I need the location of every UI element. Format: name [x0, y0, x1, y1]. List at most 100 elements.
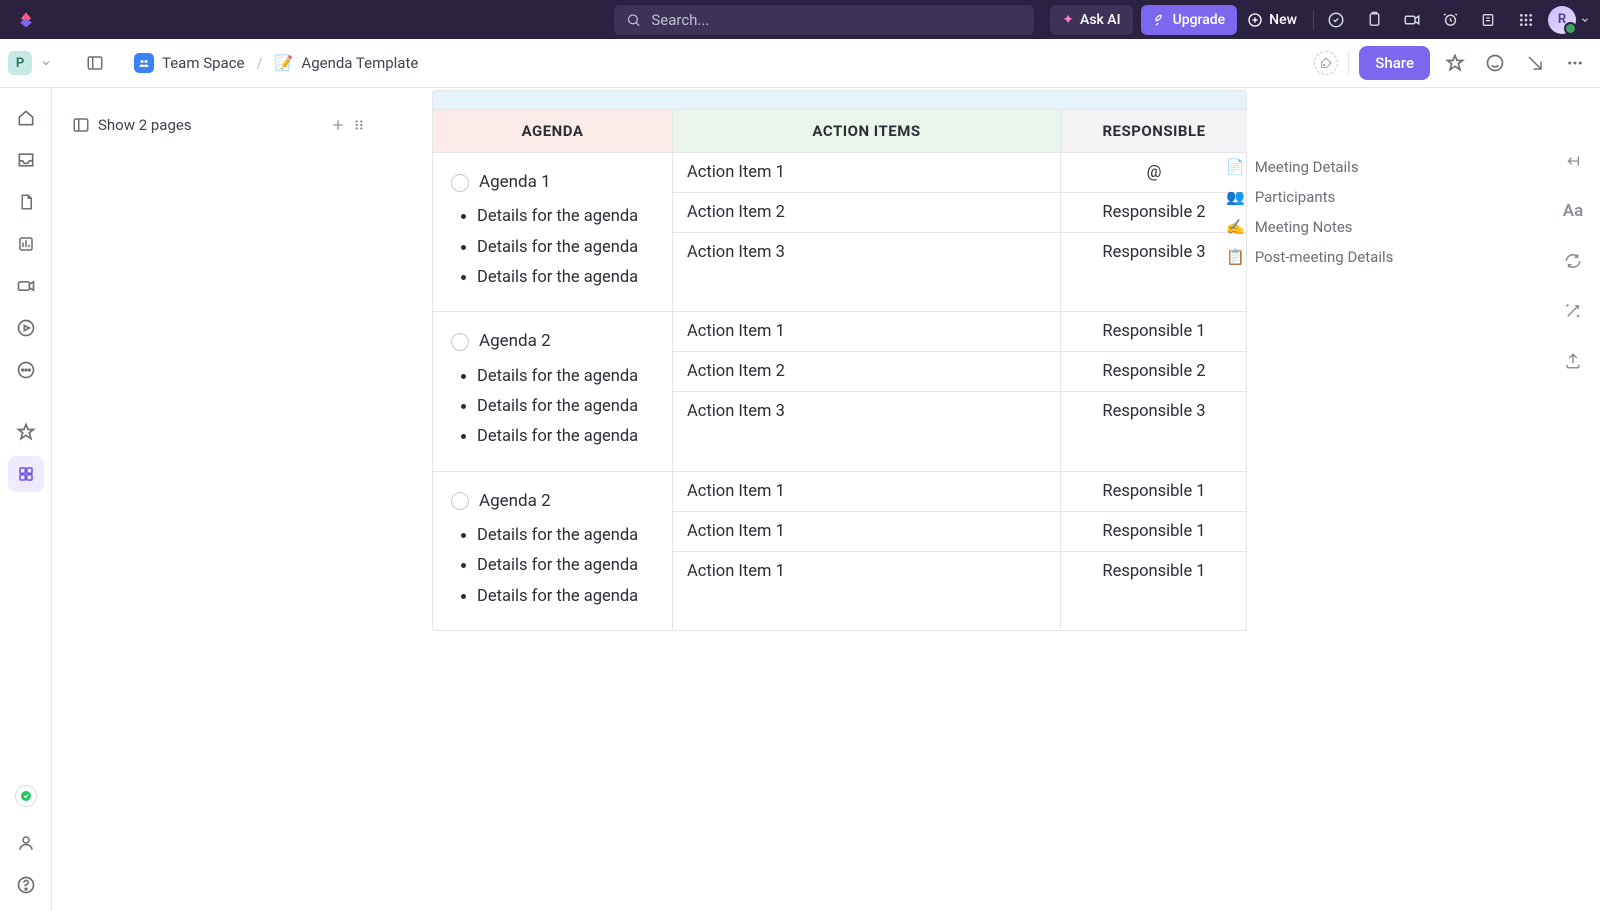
invite-icon[interactable] [8, 825, 44, 861]
radio-icon[interactable] [451, 492, 469, 510]
agenda-cell[interactable]: Agenda 2Details for the agen­daDetails f… [433, 312, 673, 470]
check-circle-icon[interactable] [1320, 11, 1352, 29]
docs-icon[interactable] [8, 184, 44, 220]
download-button[interactable] [1520, 48, 1550, 78]
inbox-icon[interactable] [8, 142, 44, 178]
responsible-item[interactable]: Responsible 2 [1061, 352, 1247, 392]
responsible-item[interactable]: Responsible 1 [1061, 552, 1247, 591]
action-item[interactable]: Action Item 1 [673, 552, 1060, 591]
workspace-chip[interactable]: P [8, 51, 32, 75]
magic-icon[interactable] [1560, 298, 1586, 324]
search-input[interactable] [649, 10, 1022, 30]
responsible-item[interactable]: Responsible 3 [1061, 233, 1247, 272]
upgrade-label: Upgrade [1173, 12, 1226, 28]
timesheet-icon[interactable] [8, 310, 44, 346]
space-icon [134, 53, 154, 73]
global-search[interactable] [614, 5, 1034, 35]
page-outline: 📄Meeting Details 👥 Participants ✍️Meeting N… [1226, 152, 1436, 272]
breadcrumb-space[interactable]: Team Space [162, 54, 245, 72]
typography-icon[interactable]: Aa [1560, 198, 1586, 224]
comments-button[interactable] [1480, 48, 1510, 78]
agenda-detail[interactable]: Details for the agen­da [477, 553, 658, 579]
export-icon[interactable] [1560, 348, 1586, 374]
action-item[interactable]: Action Item 2 [673, 193, 1060, 233]
responsible-item[interactable]: Responsible 1 [1061, 312, 1247, 352]
document-canvas[interactable]: Show 2 pages AGENDA ACTION ITEMS RESPONS… [52, 88, 1600, 911]
responsible-item[interactable]: @ [1061, 153, 1247, 193]
table-row: Agenda 2Details for the agen­daDetails f… [433, 471, 1246, 630]
new-button[interactable]: New [1247, 12, 1297, 28]
tag-button[interactable] [1314, 51, 1338, 75]
outline-emoji: ✍️ [1226, 218, 1245, 236]
home-icon[interactable] [8, 100, 44, 136]
plus-icon[interactable] [330, 117, 346, 133]
action-item[interactable]: Action Item 2 [673, 352, 1060, 392]
agenda-detail[interactable]: Details for the agen­da [477, 364, 658, 390]
action-item[interactable]: Action Item 1 [673, 312, 1060, 352]
drag-handle-icon[interactable] [352, 117, 366, 133]
dashboards-icon[interactable] [8, 226, 44, 262]
page-emoji: 📝 [275, 54, 294, 72]
radio-icon[interactable] [451, 174, 469, 192]
action-cell: Action Item 1Action Item 2Action Item 3 [673, 312, 1061, 470]
spaces-rail-icon[interactable] [8, 456, 44, 492]
favorite-button[interactable] [1440, 48, 1470, 78]
responsible-item[interactable]: Responsible 2 [1061, 193, 1247, 233]
responsible-item[interactable]: Responsible 1 [1061, 472, 1247, 512]
show-pages-label: Show 2 pages [98, 116, 192, 134]
responsible-item[interactable]: Responsible 3 [1061, 392, 1247, 431]
responsible-item[interactable]: Responsible 1 [1061, 512, 1247, 552]
agenda-detail[interactable]: Details for the agen­da [477, 204, 658, 230]
agenda-detail[interactable]: Details for the agen­da [477, 424, 658, 450]
outline-item[interactable]: 📄Meeting Details [1226, 152, 1436, 182]
clips-icon[interactable] [8, 268, 44, 304]
collapse-outline-icon[interactable] [1560, 148, 1586, 174]
more-button[interactable] [1560, 48, 1590, 78]
radio-icon[interactable] [451, 333, 469, 351]
agenda-cell[interactable]: Agenda 2Details for the agen­daDetails f… [433, 472, 673, 630]
chevron-down-icon[interactable] [40, 57, 52, 69]
clipboard-icon[interactable] [1358, 11, 1390, 28]
sync-icon[interactable] [1560, 248, 1586, 274]
agenda-detail[interactable]: Details for the agen­da [477, 265, 658, 291]
outline-item[interactable]: ✍️Meeting Notes [1226, 212, 1436, 242]
outline-item[interactable]: 📋Post-meeting Details [1226, 242, 1436, 272]
agenda-detail[interactable]: Details for the agen­da [477, 523, 658, 549]
new-label: New [1269, 12, 1297, 28]
alarm-icon[interactable] [1434, 11, 1466, 28]
action-item[interactable]: Action Item 1 [673, 472, 1060, 512]
agenda-cell[interactable]: Agenda 1Details for the agen­daDetails f… [433, 153, 673, 311]
responsible-cell: Responsible 1Responsible 1Responsible 1 [1061, 472, 1247, 630]
agenda-detail[interactable]: Details for the agen­da [477, 584, 658, 610]
left-rail [0, 88, 52, 911]
show-pages-toggle[interactable]: Show 2 pages [72, 116, 366, 134]
col-header-action: ACTION ITEMS [673, 110, 1061, 152]
sync-status-icon[interactable] [15, 785, 37, 807]
favorites-rail-icon[interactable] [8, 414, 44, 450]
video-icon[interactable] [1396, 11, 1428, 29]
user-menu[interactable]: R [1548, 6, 1590, 34]
apps-grid-icon[interactable] [1510, 12, 1542, 28]
action-item[interactable]: Action Item 3 [673, 392, 1060, 431]
toggle-sidebar-button[interactable] [80, 48, 110, 78]
outline-emoji: 📄 [1226, 158, 1245, 176]
right-tool-rail: Aa [1560, 148, 1586, 374]
agenda-detail[interactable]: Details for the agen­da [477, 394, 658, 420]
help-icon[interactable] [8, 867, 44, 903]
sparkle-icon: ✦ [1062, 12, 1074, 28]
ask-ai-button[interactable]: ✦ Ask AI [1050, 5, 1132, 35]
app-logo[interactable] [0, 10, 52, 30]
more-rail-icon[interactable] [8, 352, 44, 388]
share-button[interactable]: Share [1359, 46, 1430, 80]
action-item[interactable]: Action Item 3 [673, 233, 1060, 272]
agenda-detail[interactable]: Details for the agen­da [477, 235, 658, 261]
breadcrumb-page[interactable]: Agenda Template [301, 54, 418, 72]
outline-item[interactable]: 👥 Participants [1226, 182, 1436, 212]
outline-emoji: 👥 [1226, 188, 1245, 206]
upgrade-button[interactable]: Upgrade [1141, 5, 1238, 35]
outline-label: Participants [1255, 188, 1336, 206]
action-item[interactable]: Action Item 1 [673, 153, 1060, 193]
notepad-icon[interactable] [1472, 12, 1504, 28]
chevron-down-icon [1580, 15, 1590, 25]
action-item[interactable]: Action Item 1 [673, 512, 1060, 552]
